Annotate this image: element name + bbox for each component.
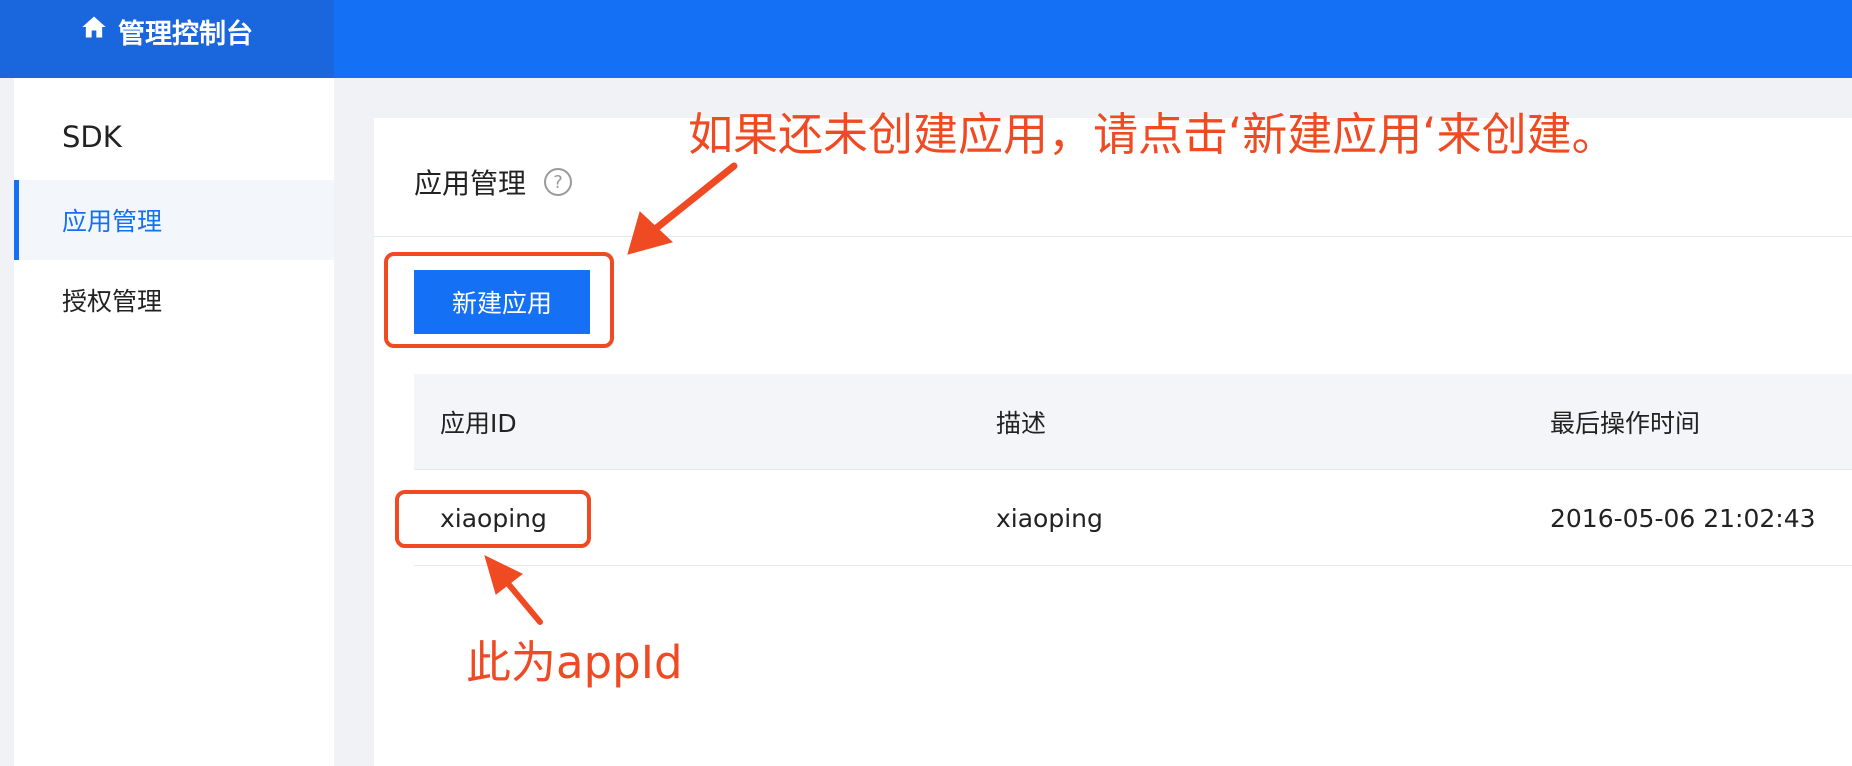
sidebar-item-label: 授权管理	[62, 287, 163, 316]
brand-header[interactable]: 管理控制台	[0, 0, 334, 78]
table-header: 应用ID 描述 最后操作时间	[414, 374, 1852, 470]
panel-divider	[374, 236, 1852, 237]
new-app-button[interactable]: 新建应用	[414, 270, 590, 334]
cell-description: xiaoping	[996, 503, 1103, 533]
column-header-last-modified: 最后操作时间	[1550, 409, 1701, 438]
console-title: 管理控制台	[118, 19, 253, 50]
column-header-app-id: 应用ID	[440, 409, 517, 438]
column-header-description: 描述	[996, 409, 1047, 438]
sidebar-item-label: 应用管理	[62, 207, 163, 236]
sidebar-title: SDK	[62, 120, 122, 154]
help-icon[interactable]: ?	[544, 168, 573, 196]
cell-last-modified: 2016-05-06 21:02:43	[1550, 503, 1816, 533]
sidebar-item-auth-management[interactable]: 授权管理	[14, 260, 334, 340]
cell-app-id: xiaoping	[440, 503, 547, 533]
sidebar-item-app-management[interactable]: 应用管理	[14, 180, 334, 260]
home-icon	[82, 16, 106, 38]
sidebar: SDK 应用管理 授权管理	[14, 78, 334, 766]
page-title-text: 应用管理	[414, 167, 527, 200]
main-panel: 应用管理 ? 新建应用 应用ID 描述 最后操作时间 xiaoping xiao…	[374, 118, 1852, 766]
table-row[interactable]: xiaoping xiaoping 2016-05-06 21:02:43	[414, 470, 1852, 566]
page-title: 应用管理 ?	[414, 162, 573, 202]
